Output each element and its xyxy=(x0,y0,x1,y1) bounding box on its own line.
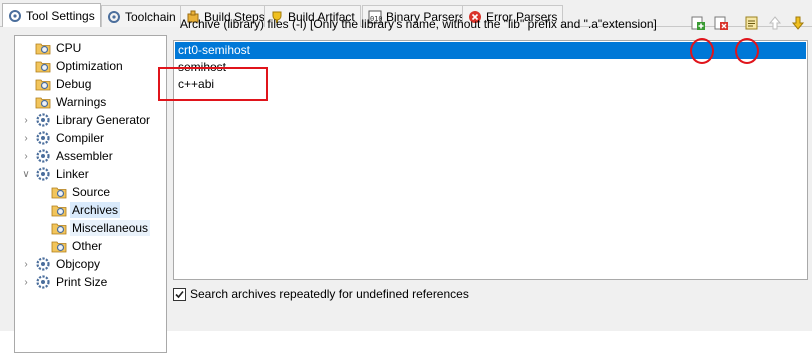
chevron-right-icon[interactable]: › xyxy=(21,273,31,291)
tab-tool-settings[interactable]: Tool Settings xyxy=(2,3,101,28)
folder-settings-icon xyxy=(35,79,51,91)
tree-item-cpu[interactable]: CPU xyxy=(35,39,83,57)
chevron-right-icon[interactable]: › xyxy=(21,255,31,273)
tree-item-label: Compiler xyxy=(56,131,105,145)
move-down-icon xyxy=(791,16,805,30)
folder-settings-icon xyxy=(51,223,67,235)
tab-toolchain[interactable]: Toolchain xyxy=(101,5,182,27)
tree-item-label: Debug xyxy=(56,77,92,91)
list-item-label: crt0-semihost xyxy=(178,43,251,57)
checkmark-icon xyxy=(175,290,184,298)
tree-item-miscellaneous[interactable]: Miscellaneous xyxy=(51,219,151,237)
folder-settings-icon xyxy=(35,61,51,73)
move-up-button[interactable] xyxy=(765,13,785,33)
tree-item-label: CPU xyxy=(56,41,82,55)
chevron-down-icon[interactable]: ∨ xyxy=(21,165,31,183)
chevron-right-icon[interactable]: › xyxy=(21,129,31,147)
settings-tree: CPU Optimization Debug Warnings › Library Gen… xyxy=(14,35,167,353)
tree-item-source[interactable]: Source xyxy=(51,183,112,201)
tree-item-debug[interactable]: Debug xyxy=(35,75,93,93)
tree-item-objcopy[interactable]: › Objcopy xyxy=(24,255,102,273)
add-button[interactable] xyxy=(688,13,708,33)
delete-icon xyxy=(714,16,728,30)
chevron-right-icon[interactable]: › xyxy=(21,111,31,129)
add-icon xyxy=(691,16,705,30)
tree-item-label: Linker xyxy=(56,167,89,181)
search-repeatedly-label: Search archives repeatedly for undefined… xyxy=(190,287,469,301)
tree-item-label: Library Generator xyxy=(56,113,151,127)
gear-icon xyxy=(36,131,50,145)
search-repeatedly-option[interactable]: Search archives repeatedly for undefined… xyxy=(173,287,469,301)
tree-item-archives[interactable]: Archives xyxy=(51,201,121,219)
tree-item-label: Other xyxy=(72,239,103,253)
gear-icon xyxy=(36,167,50,181)
folder-settings-icon xyxy=(51,241,67,253)
tab-label: Toolchain xyxy=(125,9,176,24)
folder-settings-icon xyxy=(51,187,67,199)
tree-item-label: Archives xyxy=(70,202,121,218)
tree-item-label: Objcopy xyxy=(56,257,101,271)
search-repeatedly-checkbox[interactable] xyxy=(173,287,186,301)
tree-item-label: Optimization xyxy=(56,59,123,73)
gear-icon xyxy=(36,257,50,271)
move-down-button[interactable] xyxy=(788,13,808,33)
tree-item-print-size[interactable]: › Print Size xyxy=(24,273,109,291)
tree-item-compiler[interactable]: › Compiler xyxy=(24,129,106,147)
tree-item-linker[interactable]: ∨ Linker xyxy=(22,165,91,183)
tree-item-label: Warnings xyxy=(56,95,107,109)
archives-list[interactable]: crt0-semihost semihost c++abi xyxy=(173,40,808,280)
tree-item-label: Source xyxy=(72,185,111,199)
tree-item-label: Assembler xyxy=(56,149,113,163)
folder-settings-icon xyxy=(35,97,51,109)
tool-settings-icon xyxy=(9,10,21,22)
gear-icon xyxy=(36,149,50,163)
gear-icon xyxy=(36,113,50,127)
folder-settings-icon xyxy=(35,43,51,55)
folder-settings-icon xyxy=(51,205,67,217)
tree-item-other[interactable]: Other xyxy=(51,237,104,255)
tree-item-warnings[interactable]: Warnings xyxy=(35,93,108,111)
move-up-icon xyxy=(768,16,782,30)
chevron-right-icon[interactable]: › xyxy=(21,147,31,165)
edit-icon xyxy=(745,16,758,30)
gear-icon xyxy=(36,275,50,289)
toolchain-icon xyxy=(108,10,120,23)
content-area: CPU Optimization Debug Warnings › Library Gen… xyxy=(0,16,812,353)
annotation-circle-edit xyxy=(735,38,759,64)
annotation-highlight-box xyxy=(158,67,268,101)
tree-item-optimization[interactable]: Optimization xyxy=(35,57,125,75)
annotation-circle-add xyxy=(690,38,714,64)
tree-item-assembler[interactable]: › Assembler xyxy=(24,147,115,165)
edit-button[interactable] xyxy=(742,13,762,33)
tab-label: Tool Settings xyxy=(26,9,95,23)
tree-item-label: Miscellaneous xyxy=(70,220,151,236)
tree-item-label: Print Size xyxy=(56,275,108,289)
archives-header-label: Archive (library) files (-l) [Only the l… xyxy=(180,17,657,31)
delete-button[interactable] xyxy=(711,13,731,33)
archives-toolbar xyxy=(688,12,808,34)
tree-item-library-generator[interactable]: › Library Generator xyxy=(24,111,152,129)
